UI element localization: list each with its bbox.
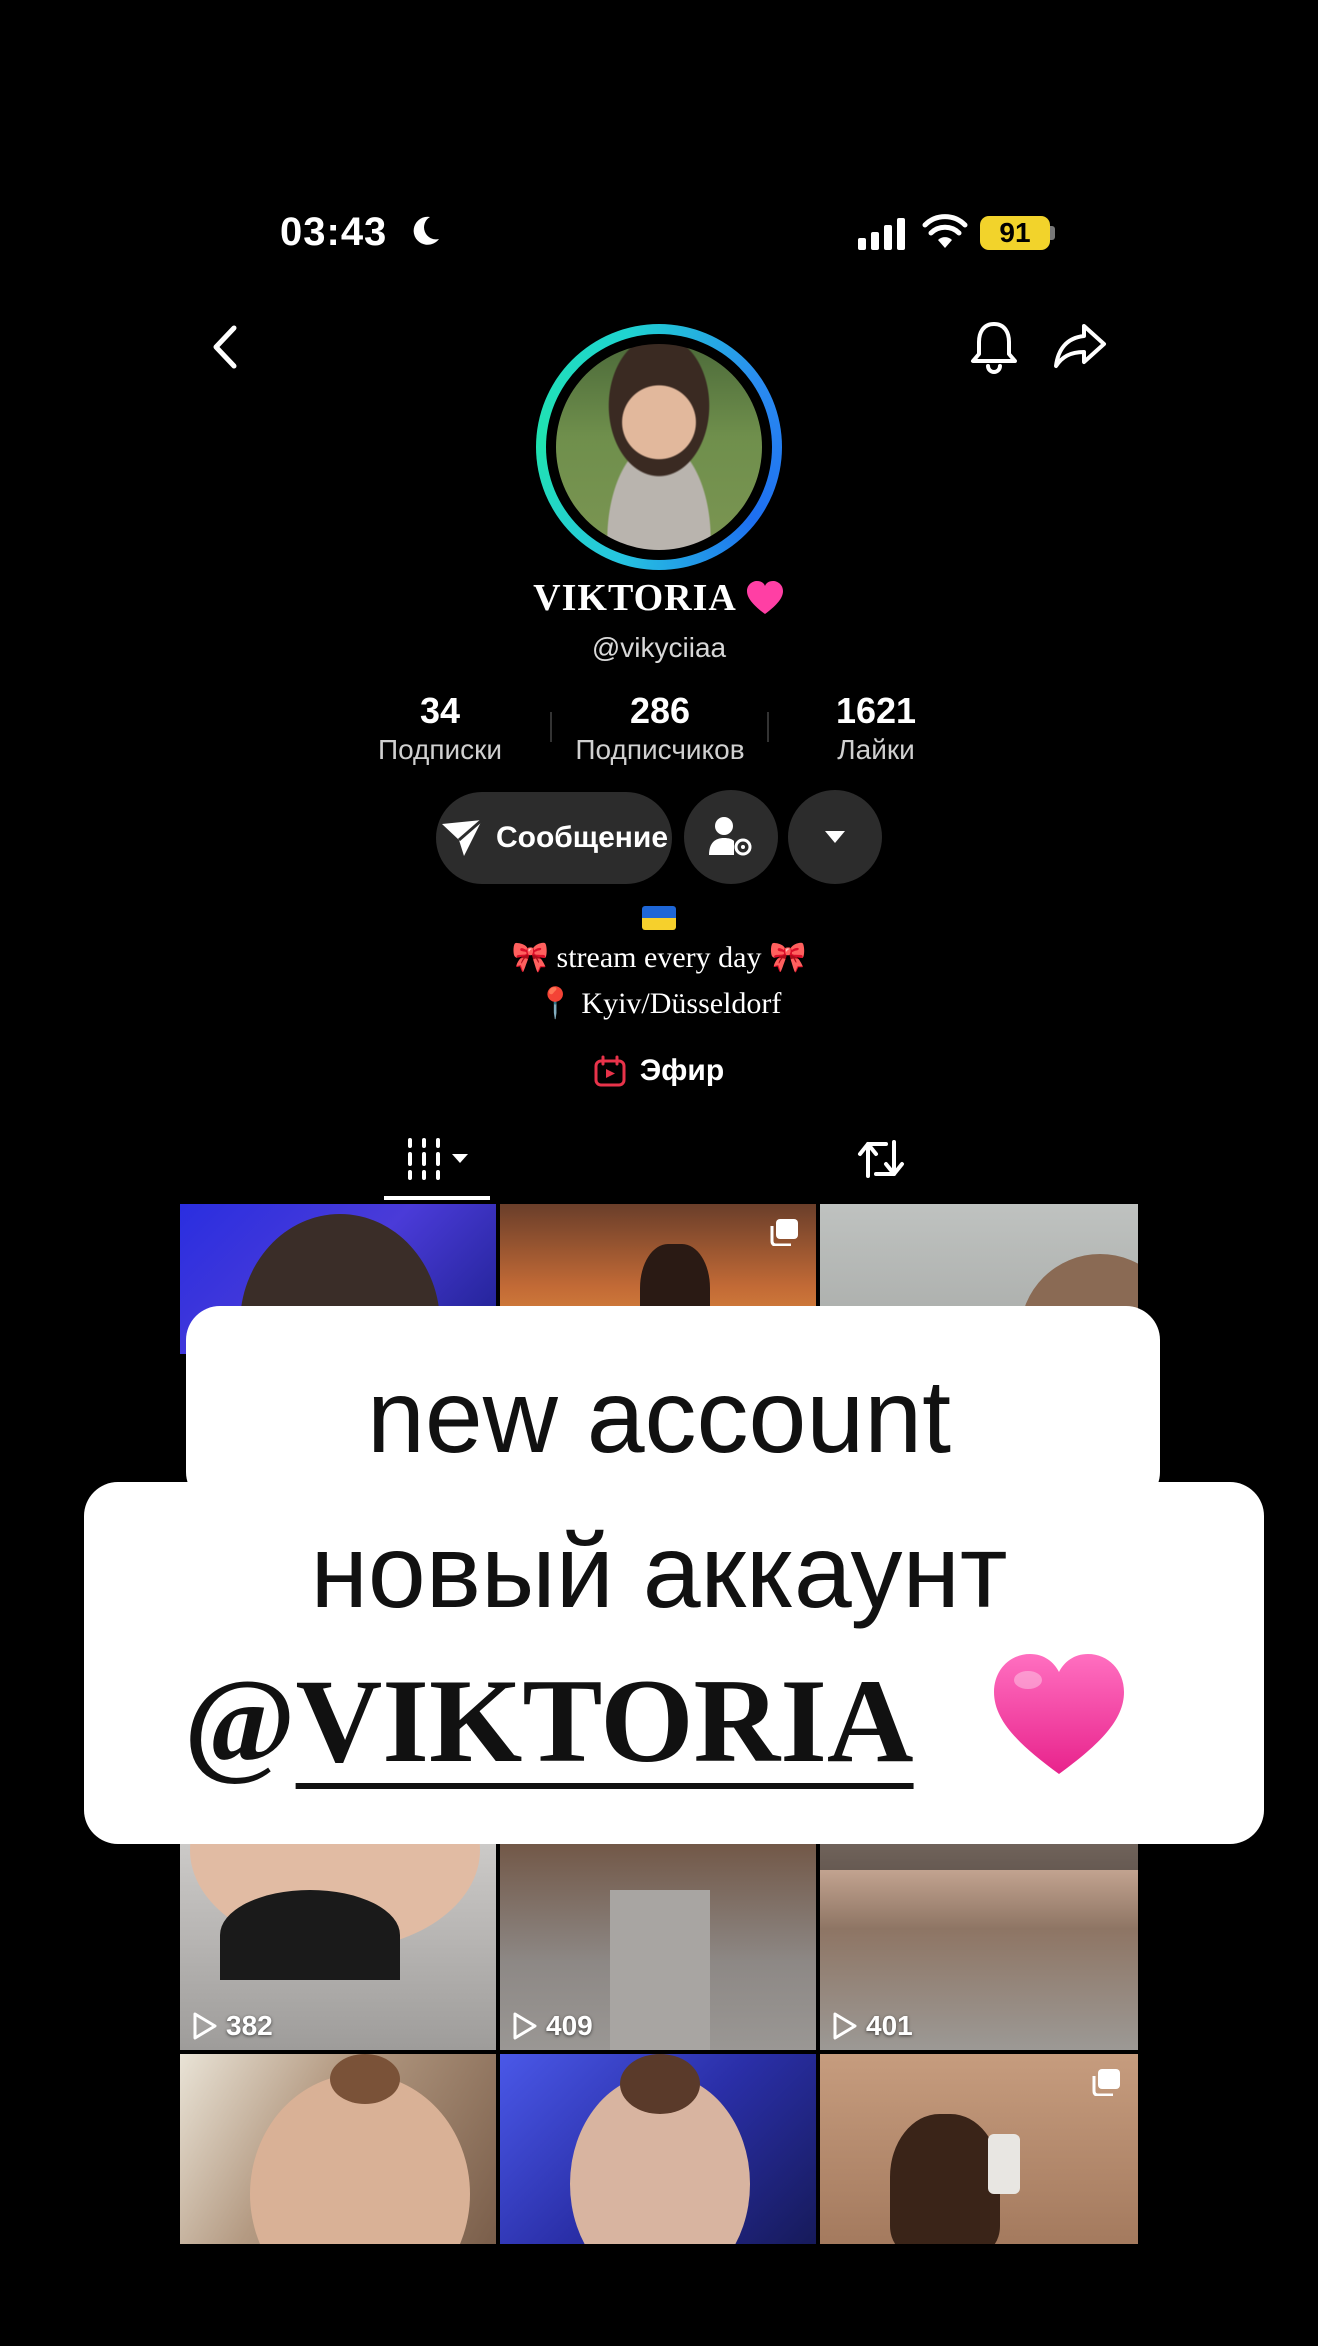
dropdown-icon: [825, 831, 845, 843]
friend-settings-button[interactable]: [684, 790, 778, 884]
wifi-icon: [922, 214, 968, 248]
stat-following-label[interactable]: Подписки: [340, 734, 540, 766]
profile-name-text: VIKTORIA: [533, 577, 737, 619]
calendar-live-icon: [594, 1055, 626, 1087]
play-icon: [513, 2012, 537, 2040]
ukraine-flag: [642, 906, 676, 930]
battery-tip: [1050, 226, 1055, 240]
share-icon[interactable]: [1052, 320, 1108, 372]
play-icon: [193, 2012, 217, 2040]
status-time: 03:43: [280, 210, 388, 254]
back-icon[interactable]: [206, 322, 246, 372]
person-settings-icon: [709, 817, 752, 856]
stat-likes-value[interactable]: 1621: [796, 690, 956, 732]
stat-followers-label[interactable]: Подписчиков: [540, 734, 780, 766]
battery-icon: 91: [980, 216, 1050, 250]
stat-divider: [767, 712, 769, 742]
grid-thumbnail[interactable]: [820, 2054, 1138, 2244]
grid-thumbnail[interactable]: 409: [500, 1830, 816, 2050]
live-link[interactable]: Эфир: [0, 1054, 1318, 1088]
bio-line-2: 📍 Kyiv/Düsseldorf: [536, 987, 782, 1020]
active-tab-indicator: [384, 1196, 490, 1200]
moon-icon: [413, 216, 439, 245]
grid-tab-icon[interactable]: [406, 1136, 478, 1182]
view-count-value: 401: [866, 2010, 913, 2041]
caption-line-3: @VIKTORIA: [184, 1656, 914, 1786]
caption-line-2: новый аккаунт: [310, 1514, 1008, 1630]
grid-thumbnail[interactable]: [180, 2054, 496, 2244]
grid-thumbnail[interactable]: [500, 2054, 816, 2244]
caption-account-name: VIKTORIA: [295, 1654, 914, 1787]
grid-thumbnail[interactable]: 382: [180, 1830, 496, 2050]
live-label: Эфир: [639, 1054, 725, 1087]
profile-name: VIKTORIA: [0, 576, 1318, 620]
multi-photo-icon: [1092, 2069, 1120, 2096]
bell-icon[interactable]: [968, 318, 1020, 374]
caption-line-1: new account: [367, 1359, 951, 1475]
stat-likes-label[interactable]: Лайки: [796, 734, 956, 766]
signal-icon: [858, 218, 905, 250]
repost-icon[interactable]: [856, 1136, 906, 1182]
play-icon: [833, 2012, 857, 2040]
bio-line-1: 🎀 stream every day 🎀: [511, 941, 807, 974]
multi-photo-icon: [770, 1219, 798, 1246]
view-count-value: 409: [546, 2010, 593, 2041]
paper-plane-icon: [441, 818, 483, 856]
avatar[interactable]: [556, 344, 762, 550]
view-count: 409: [512, 2010, 593, 2042]
view-count: 401: [832, 2010, 913, 2042]
view-count: 382: [192, 2010, 273, 2042]
heart-icon: [994, 1654, 1124, 1774]
caption-at-sign: @: [184, 1654, 296, 1787]
message-button-label: Сообщение: [495, 821, 669, 854]
profile-handle: @vikyciiaa: [591, 632, 727, 663]
message-button[interactable]: Сообщение: [436, 792, 672, 884]
view-count-value: 382: [226, 2010, 273, 2041]
stat-following-value[interactable]: 34: [360, 690, 520, 732]
stat-followers-value[interactable]: 286: [560, 690, 760, 732]
grid-thumbnail[interactable]: 401: [820, 1830, 1138, 2050]
heart-icon: [746, 581, 783, 614]
more-dropdown-button[interactable]: [788, 790, 882, 884]
